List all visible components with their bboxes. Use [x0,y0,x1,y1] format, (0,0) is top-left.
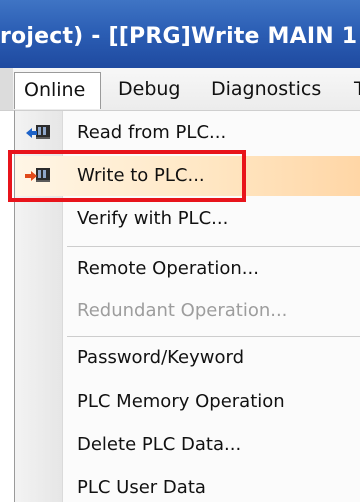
menu-item-write-to-plc[interactable]: Write to PLC... [15,156,360,196]
menu-item-delete-plc-data[interactable]: Delete PLC Data... [15,425,360,465]
menu-item-label: Remote Operation... [77,258,259,279]
window-title-bar: roject) - [[PRG]Write MAIN 1 [0,0,360,68]
menu-item-label: Delete PLC Data... [77,434,242,455]
menu-item-label: PLC Memory Operation [77,391,285,412]
menu-item-label: Read from PLC... [77,122,227,143]
menu-item-plc-memory-operation[interactable]: PLC Memory Operation [15,382,360,422]
menu-debug[interactable]: Debug [118,68,180,110]
menu-item-label: Password/Keyword [77,347,245,368]
menu-bar: Online Debug Diagnostics T [0,68,360,111]
write-to-plc-icon [25,165,51,187]
menubar-edge [0,68,13,110]
menu-item-read-from-plc[interactable]: Read from PLC... [15,113,360,153]
menu-tool[interactable]: T [354,68,360,110]
menu-diagnostics[interactable]: Diagnostics [211,68,321,110]
menu-item-remote-operation[interactable]: Remote Operation... [15,249,360,289]
menu-item-label: Write to PLC... [77,165,205,186]
menu-item-verify-with-plc[interactable]: Verify with PLC... [15,199,360,239]
menu-separator [67,246,360,247]
menu-item-label: Verify with PLC... [77,208,229,229]
menu-separator [67,336,360,337]
menu-item-plc-user-data[interactable]: PLC User Data [15,468,360,502]
read-from-plc-icon [25,122,51,144]
menu-item-password-keyword[interactable]: Password/Keyword [15,338,360,378]
menu-item-label: Redundant Operation... [77,300,288,321]
window-title: roject) - [[PRG]Write MAIN 1 [0,24,358,49]
online-dropdown-menu: Read from PLC... Write to PLC... Verify … [14,110,360,502]
menu-online[interactable]: Online [14,72,101,109]
menu-item-label: PLC User Data [77,477,206,498]
menu-item-redundant-operation: Redundant Operation... [15,291,360,331]
